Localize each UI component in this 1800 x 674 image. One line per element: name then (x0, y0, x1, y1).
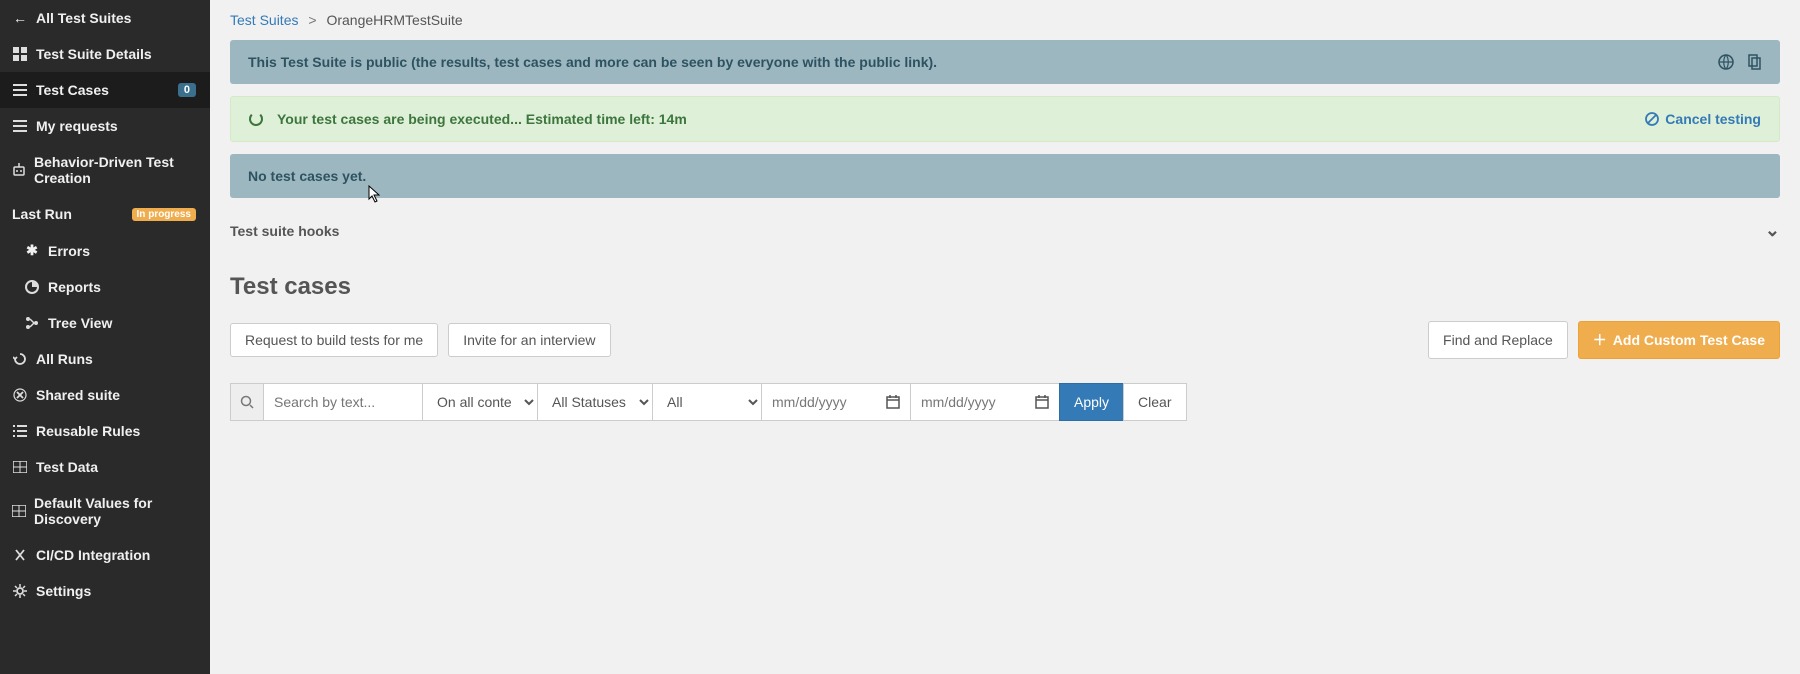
merge-icon (12, 548, 28, 562)
sidebar-item-cicd[interactable]: CI/CD Integration (0, 537, 210, 573)
main-content: Test Suites > OrangeHRMTestSuite This Te… (210, 0, 1800, 674)
globe-icon[interactable] (1718, 54, 1734, 70)
sidebar-item-shared-suite[interactable]: Shared suite (0, 377, 210, 413)
tree-icon (24, 316, 40, 330)
sidebar-item-label: My requests (36, 118, 118, 134)
sidebar-item-label: Shared suite (36, 387, 120, 403)
sidebar-item-label: Reports (48, 279, 101, 295)
grid-icon (12, 47, 28, 61)
sidebar: ← All Test Suites Test Suite Details Tes… (0, 0, 210, 674)
table-icon (12, 505, 26, 517)
sidebar-item-label: Test Cases (36, 82, 109, 98)
history-icon (12, 352, 28, 366)
robot-icon (12, 163, 26, 177)
sidebar-item-label: Behavior-Driven Test Creation (34, 154, 200, 186)
sidebar-item-behavior-driven[interactable]: Behavior-Driven Test Creation (0, 144, 210, 196)
share-icon (12, 388, 28, 402)
test-suite-hooks-header[interactable]: Test suite hooks ⌄ (230, 210, 1780, 245)
request-build-button[interactable]: Request to build tests for me (230, 323, 438, 357)
sidebar-item-label: CI/CD Integration (36, 547, 150, 563)
filter-bar: On all content All Statuses All mm/dd/yy… (230, 383, 1780, 421)
no-cases-alert: No test cases yet. (230, 154, 1780, 198)
sidebar-item-label: Tree View (48, 315, 112, 331)
plus-icon: ＋ (1593, 330, 1607, 350)
search-input[interactable] (263, 383, 423, 421)
sidebar-item-last-run[interactable]: Last Run In progress (0, 196, 210, 232)
test-cases-heading: Test cases (230, 273, 1780, 301)
breadcrumb-current: OrangeHRMTestSuite (326, 12, 462, 28)
calendar-icon (886, 395, 900, 409)
gear-icon (12, 584, 28, 598)
cancel-testing-label: Cancel testing (1665, 111, 1761, 127)
content-select[interactable]: On all content (422, 383, 538, 421)
sidebar-item-all-runs[interactable]: All Runs (0, 341, 210, 377)
sidebar-item-tree-view[interactable]: Tree View (0, 305, 210, 341)
clear-button[interactable]: Clear (1123, 383, 1186, 421)
sidebar-item-test-data[interactable]: Test Data (0, 449, 210, 485)
list-ol-icon (12, 425, 28, 437)
sidebar-item-suite-details[interactable]: Test Suite Details (0, 36, 210, 72)
sidebar-item-default-values[interactable]: Default Values for Discovery (0, 485, 210, 537)
date-from-input[interactable]: mm/dd/yyyy (761, 383, 911, 421)
alert-text: No test cases yet. (248, 168, 366, 184)
alert-text: Your test cases are being executed... Es… (277, 111, 687, 127)
copy-icon[interactable] (1746, 54, 1762, 70)
sidebar-item-reports[interactable]: Reports (0, 269, 210, 305)
list-icon (12, 84, 28, 96)
all-select[interactable]: All (652, 383, 762, 421)
add-custom-test-case-button[interactable]: ＋ Add Custom Test Case (1578, 321, 1780, 359)
sidebar-item-errors[interactable]: ✱ Errors (0, 232, 210, 269)
test-cases-button-row: Request to build tests for me Invite for… (230, 321, 1780, 359)
sidebar-item-label: Test Suite Details (36, 46, 152, 62)
sidebar-item-label: Test Data (36, 459, 98, 475)
invite-interview-button[interactable]: Invite for an interview (448, 323, 610, 357)
sidebar-item-reusable-rules[interactable]: Reusable Rules (0, 413, 210, 449)
date-placeholder: mm/dd/yyyy (772, 394, 847, 410)
sidebar-item-my-requests[interactable]: My requests (0, 108, 210, 144)
find-replace-button[interactable]: Find and Replace (1428, 321, 1568, 359)
sidebar-item-label: Last Run (12, 206, 72, 222)
calendar-icon (1035, 395, 1049, 409)
sidebar-item-label: Reusable Rules (36, 423, 140, 439)
arrow-left-icon: ← (12, 10, 28, 26)
apply-button[interactable]: Apply (1059, 383, 1124, 421)
last-run-badge: In progress (132, 208, 196, 221)
breadcrumb-separator: > (308, 12, 316, 28)
sidebar-item-label: All Test Suites (36, 10, 131, 26)
public-suite-alert: This Test Suite is public (the results, … (230, 40, 1780, 84)
status-select[interactable]: All Statuses (537, 383, 653, 421)
table-icon (12, 461, 28, 473)
sidebar-item-test-cases[interactable]: Test Cases 0 (0, 72, 210, 108)
sidebar-item-label: All Runs (36, 351, 93, 367)
pie-chart-icon (24, 280, 40, 294)
hamburger-icon (12, 120, 28, 132)
test-cases-count-badge: 0 (178, 83, 196, 97)
sidebar-item-all-suites[interactable]: ← All Test Suites (0, 0, 210, 36)
sidebar-item-settings[interactable]: Settings (0, 573, 210, 609)
sidebar-item-label: Default Values for Discovery (34, 495, 200, 527)
chevron-down-icon[interactable]: ⌄ (1765, 220, 1780, 241)
add-custom-label: Add Custom Test Case (1613, 332, 1765, 348)
executing-alert: Your test cases are being executed... Es… (230, 96, 1780, 142)
sidebar-item-label: Errors (48, 243, 90, 259)
spinner-icon (249, 112, 263, 126)
bug-icon: ✱ (24, 242, 40, 259)
cancel-testing-link[interactable]: Cancel testing (1645, 111, 1761, 127)
cancel-icon (1645, 112, 1659, 126)
alert-text: This Test Suite is public (the results, … (248, 54, 937, 70)
date-to-input[interactable]: mm/dd/yyyy (910, 383, 1060, 421)
sidebar-item-label: Settings (36, 583, 91, 599)
breadcrumb-root-link[interactable]: Test Suites (230, 12, 298, 28)
breadcrumb: Test Suites > OrangeHRMTestSuite (230, 0, 1780, 40)
search-icon (230, 383, 264, 421)
date-placeholder: mm/dd/yyyy (921, 394, 996, 410)
hooks-title: Test suite hooks (230, 223, 339, 239)
